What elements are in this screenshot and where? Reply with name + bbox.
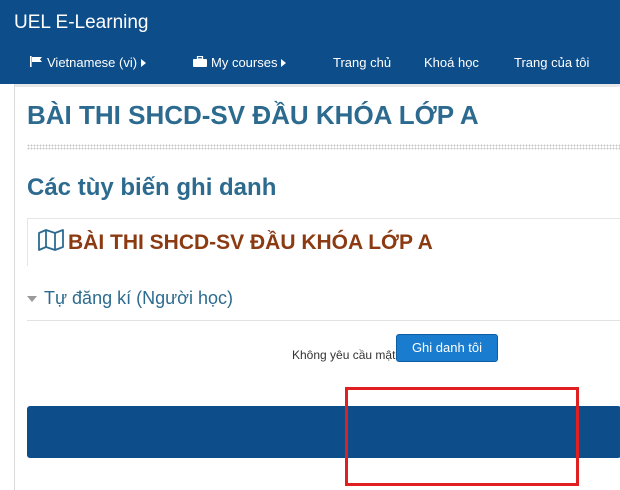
collapse-triangle-icon [27,295,37,302]
briefcase-icon [193,50,207,76]
nav-courses-link[interactable]: Khoá học [424,50,479,76]
nav-home-link[interactable]: Trang chủ [333,50,391,76]
enrol-action-bar [27,406,620,458]
divider [27,320,620,321]
caret-right-icon [141,59,147,67]
enrol-me-button[interactable]: Ghi danh tôi [396,334,498,362]
self-enrol-toggle[interactable]: Tự đăng kí (Người học) [27,288,233,309]
nav-my-courses-label: My courses [211,55,278,70]
flag-icon [30,50,43,76]
page-title: Các tùy biến ghi danh [27,174,277,201]
course-name-link[interactable]: BÀI THI SHCD-SV ĐẦU KHÓA LỚP A [68,231,433,255]
main-content: BÀI THI SHCD-SV ĐẦU KHÓA LỚP A Các tùy b… [14,84,620,490]
site-brand[interactable]: UEL E-Learning [14,12,148,34]
course-title: BÀI THI SHCD-SV ĐẦU KHÓA LỚP A [27,100,479,130]
nav-my-page-link[interactable]: Trang của tôi [514,50,589,76]
divider [15,84,620,87]
self-enrol-title: Tự đăng kí (Người học) [44,288,233,308]
course-info-box: BÀI THI SHCD-SV ĐẦU KHÓA LỚP A [27,218,620,266]
dotted-divider [27,144,620,150]
top-navbar: UEL E-Learning Vietnamese (vi) My course… [0,0,620,84]
main-nav: Vietnamese (vi) My courses Trang chủ Kho… [0,50,620,76]
nav-language-label: Vietnamese (vi) [47,55,138,70]
nav-my-courses-menu[interactable]: My courses [193,50,287,76]
caret-right-icon [281,59,287,67]
nav-language-menu[interactable]: Vietnamese (vi) [30,50,147,76]
map-icon [38,229,64,256]
